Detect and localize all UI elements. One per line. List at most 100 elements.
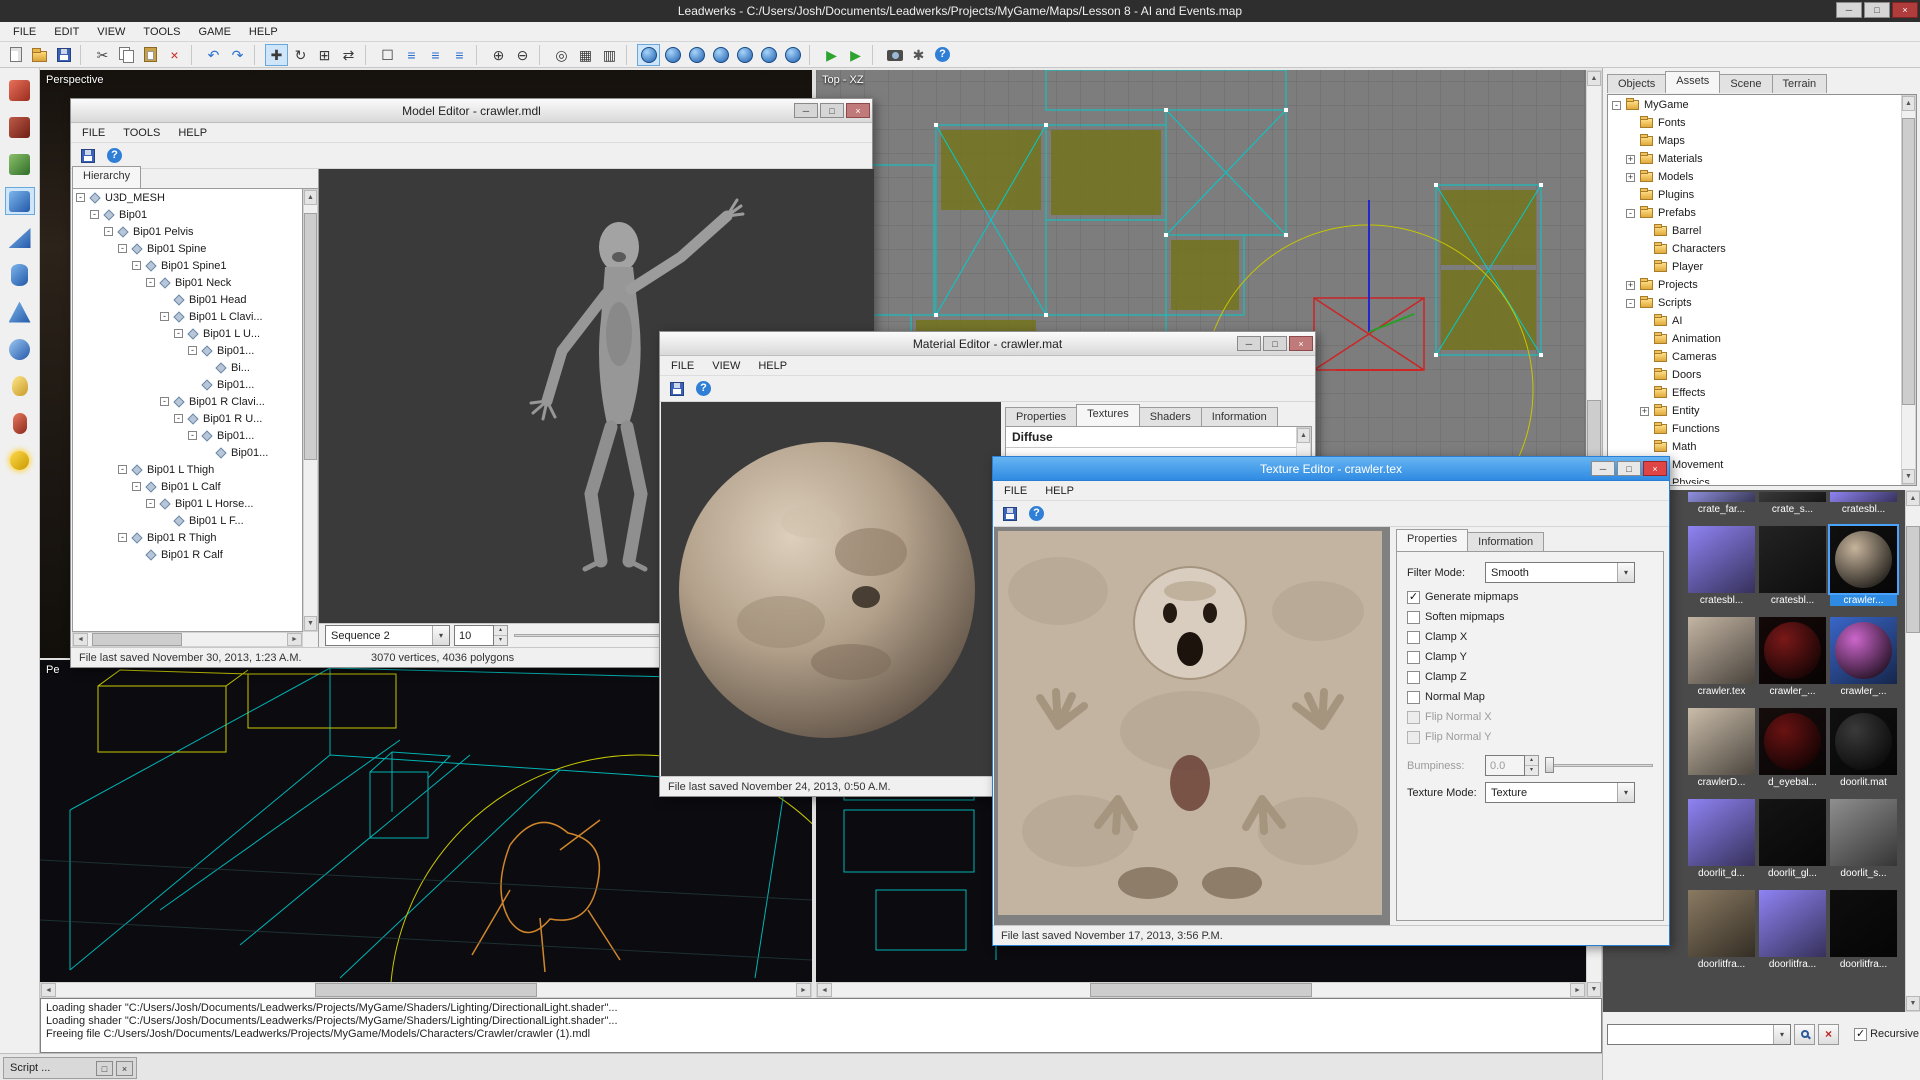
create-box-green[interactable] bbox=[5, 150, 35, 178]
chevron-down-icon[interactable]: ▾ bbox=[1773, 1024, 1790, 1044]
tree-item-bip01-head[interactable]: Bip01 Head bbox=[73, 291, 302, 308]
asset-thumb-crate-far[interactable]: crate_far... bbox=[1688, 492, 1755, 515]
tree-item-player[interactable]: Player bbox=[1609, 258, 1900, 276]
maximize-icon[interactable]: □ bbox=[1864, 2, 1890, 18]
scale-icon[interactable]: ⊞ bbox=[313, 44, 336, 66]
hierarchy-vscrollbar[interactable]: ▲ ▼ bbox=[303, 189, 318, 632]
scroll-left-icon[interactable]: ◄ bbox=[73, 633, 88, 646]
tree-item-effects[interactable]: Effects bbox=[1609, 384, 1900, 402]
close-icon[interactable]: × bbox=[1892, 2, 1918, 18]
create-point-light[interactable] bbox=[5, 372, 35, 400]
tree-item-doors[interactable]: Doors bbox=[1609, 366, 1900, 384]
save-icon[interactable] bbox=[998, 503, 1021, 525]
scrollbar-track[interactable] bbox=[1902, 111, 1915, 469]
tab-objects[interactable]: Objects bbox=[1607, 74, 1667, 93]
option-normal-map[interactable]: Normal Map bbox=[1407, 689, 1655, 705]
grid-snap-icon[interactable]: ▦ bbox=[574, 44, 597, 66]
collapse-icon[interactable]: - bbox=[174, 329, 183, 338]
asset-thumb-crawlerd[interactable]: crawlerD... bbox=[1688, 708, 1755, 788]
tree-item-u3d-mesh[interactable]: - U3D_MESH bbox=[73, 189, 302, 206]
spin-down-icon[interactable]: ▾ bbox=[1525, 766, 1538, 775]
asset-thumb-doorlit-mat[interactable]: doorlit.mat bbox=[1830, 708, 1897, 788]
material-editor-titlebar[interactable]: Material Editor - crawler.mat ─ □ × bbox=[660, 332, 1315, 356]
menu-edit[interactable]: EDIT bbox=[45, 24, 88, 40]
tree-item-bip01-l-calf[interactable]: - Bip01 L Calf bbox=[73, 478, 302, 495]
close-icon[interactable]: × bbox=[116, 1060, 133, 1076]
option-soften-mipmaps[interactable]: Soften mipmaps bbox=[1407, 609, 1655, 625]
option-generate-mipmaps[interactable]: ✓ Generate mipmaps bbox=[1407, 589, 1655, 605]
undo-icon[interactable]: ↶ bbox=[202, 44, 225, 66]
asset-thumb-doorlit-d[interactable]: doorlit_d... bbox=[1688, 799, 1755, 879]
help-icon[interactable] bbox=[103, 145, 126, 167]
collapse-icon[interactable]: - bbox=[1626, 208, 1635, 218]
nav-pan-icon[interactable] bbox=[661, 44, 684, 66]
scroll-up-icon[interactable]: ▲ bbox=[1297, 428, 1310, 443]
menu-tools[interactable]: TOOLS bbox=[134, 24, 189, 40]
align-middle-icon[interactable]: ≡ bbox=[424, 44, 447, 66]
frame-stepper[interactable]: 10 ▴ ▾ bbox=[454, 625, 508, 646]
create-sphere-blue[interactable] bbox=[5, 335, 35, 363]
option-clamp-x[interactable]: Clamp X bbox=[1407, 629, 1655, 645]
menu-game[interactable]: GAME bbox=[190, 24, 240, 40]
main-titlebar[interactable]: Leadwerks - C:/Users/Josh/Documents/Lead… bbox=[0, 0, 1920, 22]
tree-item-bip01-l-clavi[interactable]: - Bip01 L Clavi... bbox=[73, 308, 302, 325]
run-icon[interactable]: ▶ bbox=[820, 44, 843, 66]
menu-help[interactable]: HELP bbox=[240, 24, 287, 40]
create-cylinder-blue[interactable] bbox=[5, 261, 35, 289]
collapse-icon[interactable]: - bbox=[118, 465, 127, 474]
menu-view[interactable]: VIEW bbox=[88, 24, 134, 40]
scrollbar-track[interactable] bbox=[56, 983, 796, 997]
options-icon[interactable]: ✱ bbox=[907, 44, 930, 66]
tree-item-maps[interactable]: Maps bbox=[1609, 132, 1900, 150]
scrollbar-thumb[interactable] bbox=[1906, 525, 1920, 634]
expand-icon[interactable]: + bbox=[1626, 172, 1635, 182]
maximize-icon[interactable]: □ bbox=[1263, 336, 1287, 351]
create-box-blue[interactable] bbox=[4, 187, 35, 215]
tab-assets[interactable]: Assets bbox=[1665, 71, 1721, 93]
tree-item-materials[interactable]: + Materials bbox=[1609, 150, 1900, 168]
option-clamp-y[interactable]: Clamp Y bbox=[1407, 649, 1655, 665]
asset-search-combobox[interactable]: ▾ bbox=[1607, 1023, 1791, 1045]
tab-shaders[interactable]: Shaders bbox=[1138, 407, 1202, 426]
collapse-icon[interactable]: - bbox=[146, 499, 155, 508]
tab-information[interactable]: Information bbox=[1467, 532, 1545, 551]
scrollbar-track[interactable] bbox=[88, 633, 287, 646]
tree-item-bip01[interactable]: - Bip01... bbox=[73, 427, 302, 444]
asset-thumb-doorlit-gl[interactable]: doorlit_gl... bbox=[1759, 799, 1826, 879]
sequence-dropdown[interactable]: Sequence 2 ▾ bbox=[325, 625, 450, 646]
tree-item-fonts[interactable]: Fonts bbox=[1609, 114, 1900, 132]
collapse-icon[interactable]: - bbox=[1626, 298, 1635, 308]
tree-item-math[interactable]: Math bbox=[1609, 438, 1900, 456]
close-icon[interactable]: × bbox=[1289, 336, 1313, 351]
tree-item-bip01-l-u[interactable]: - Bip01 L U... bbox=[73, 325, 302, 342]
create-box-maroon[interactable] bbox=[5, 113, 35, 141]
nav-up-icon[interactable] bbox=[733, 44, 756, 66]
expand-icon[interactable]: + bbox=[1626, 154, 1635, 164]
collapse-icon[interactable]: - bbox=[174, 414, 183, 423]
bumpiness-stepper[interactable]: 0.0 ▴ ▾ bbox=[1485, 755, 1539, 776]
tab-hierarchy[interactable]: Hierarchy bbox=[72, 166, 142, 188]
tree-item-ai[interactable]: AI bbox=[1609, 312, 1900, 330]
tree-item-cameras[interactable]: Cameras bbox=[1609, 348, 1900, 366]
menu-tools[interactable]: TOOLS bbox=[114, 125, 169, 141]
menu-help[interactable]: HELP bbox=[1036, 483, 1083, 499]
checkbox-icon[interactable] bbox=[1407, 650, 1420, 664]
checkbox-checked-icon[interactable]: ✓ bbox=[1407, 590, 1420, 604]
bumpiness-slider[interactable] bbox=[1545, 755, 1655, 776]
minimize-icon[interactable]: ─ bbox=[794, 103, 818, 118]
asset-thumb-cratesbl[interactable]: cratesbl... bbox=[1830, 492, 1897, 515]
close-icon[interactable]: × bbox=[846, 103, 870, 118]
nav-down-icon[interactable] bbox=[757, 44, 780, 66]
checkbox-icon[interactable] bbox=[1407, 630, 1420, 644]
align-bottom-icon[interactable]: ≡ bbox=[448, 44, 471, 66]
tab-properties[interactable]: Properties bbox=[1396, 529, 1469, 551]
scroll-up-icon[interactable]: ▲ bbox=[1906, 491, 1920, 506]
tree-item-characters[interactable]: Characters bbox=[1609, 240, 1900, 258]
collapse-icon[interactable]: - bbox=[160, 312, 169, 321]
option-flip-normal-y[interactable]: Flip Normal Y bbox=[1407, 729, 1655, 745]
chevron-down-icon[interactable]: ▾ bbox=[1617, 783, 1634, 802]
select-box-icon[interactable]: ☐ bbox=[376, 44, 399, 66]
tree-item-bip01-l-f[interactable]: Bip01 L F... bbox=[73, 512, 302, 529]
tree-item-bip01[interactable]: - Bip01... bbox=[73, 342, 302, 359]
tab-textures[interactable]: Textures bbox=[1076, 404, 1140, 426]
